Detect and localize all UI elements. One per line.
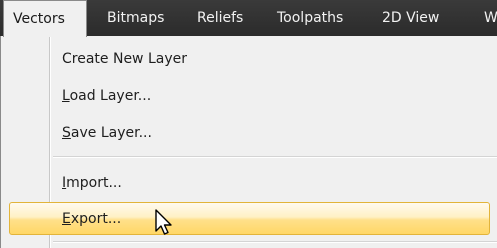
- menu-item-export[interactable]: Export...: [9, 202, 490, 235]
- menu-2d-view[interactable]: 2D View: [376, 0, 445, 36]
- mnemonic-letter: S: [62, 125, 71, 141]
- menu-item-label: Import...: [62, 167, 122, 199]
- label-rest: oad Layer...: [69, 88, 152, 104]
- menu-toolpaths[interactable]: Toolpaths: [271, 0, 349, 36]
- mouse-pointer-icon: [155, 209, 172, 235]
- menu-separator: [53, 241, 497, 243]
- mnemonic-letter: L: [62, 88, 70, 104]
- menu-item-label: Save Layer...: [62, 117, 152, 149]
- menu-item-create-new-layer[interactable]: Create New Layer: [1, 43, 497, 75]
- menu-item-label: Export...: [62, 203, 121, 235]
- menu-bar: Vectors Bitmaps Reliefs Toolpaths 2D Vie…: [0, 0, 497, 37]
- menu-reliefs[interactable]: Reliefs: [191, 0, 249, 36]
- menu-w[interactable]: W: [478, 0, 497, 36]
- label-rest: xport...: [70, 211, 122, 227]
- menu-item-label: Create New Layer: [62, 51, 187, 67]
- menu-item-import[interactable]: Import...: [1, 167, 497, 199]
- menu-item-label: Load Layer...: [62, 80, 151, 112]
- menu-bitmaps[interactable]: Bitmaps: [101, 0, 170, 36]
- vectors-dropdown-menu: Create New Layer Load Layer... Save Laye…: [0, 36, 497, 248]
- menu-separator: [53, 156, 497, 158]
- menu-item-save-layer[interactable]: Save Layer...: [1, 117, 497, 149]
- menu-vectors[interactable]: Vectors: [3, 0, 87, 37]
- label-rest: ave Layer...: [70, 125, 152, 141]
- mnemonic-letter: E: [62, 211, 71, 227]
- label-rest: mport...: [66, 175, 122, 191]
- menu-item-load-layer[interactable]: Load Layer...: [1, 80, 497, 112]
